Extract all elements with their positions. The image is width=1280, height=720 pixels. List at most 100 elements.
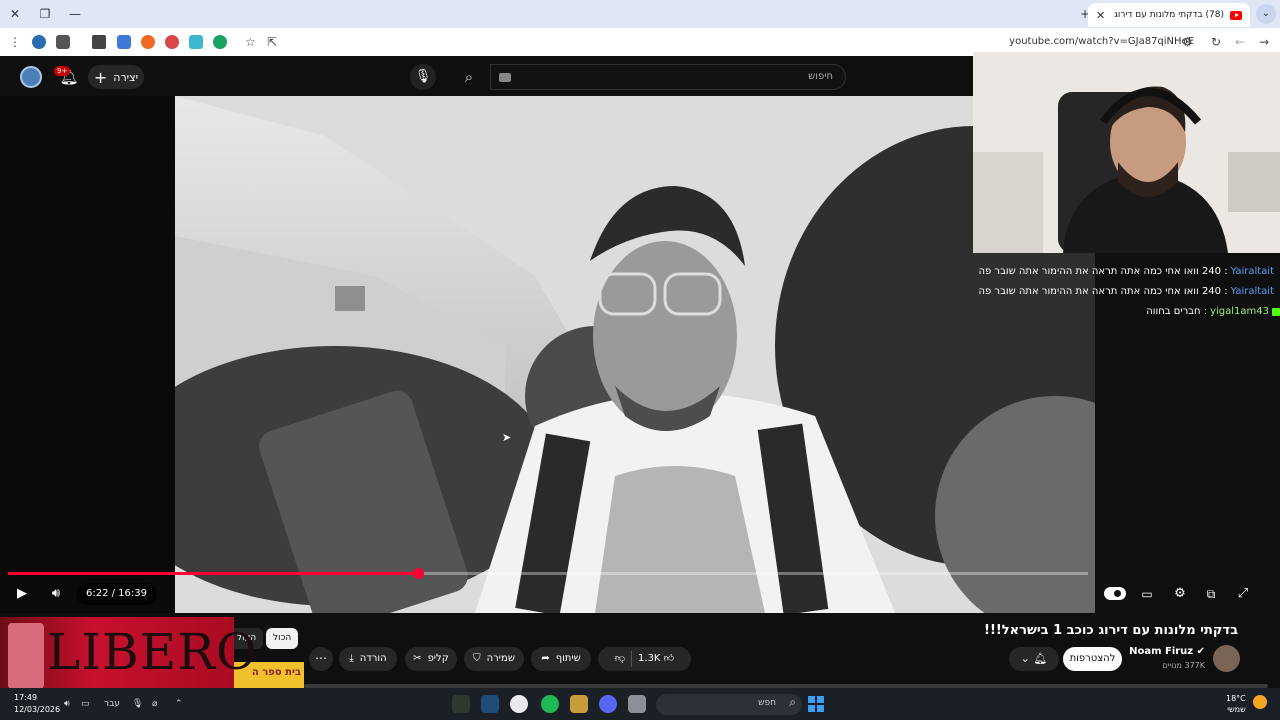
download-button[interactable]: הורדה ⤓ [339,647,397,671]
taskbar-search-input[interactable]: חפש ⌕ [656,694,802,715]
captions-icon[interactable]: ▭ [1137,583,1157,605]
temperature: 18°C [1226,694,1246,703]
ad-brand-logo: LIBERO [47,623,258,681]
volume-icon[interactable]: 🔊︎ [46,583,66,605]
video-title: בדקתי מלונות עם דירוג כוכב 1 בישראל!!! [984,623,1238,638]
time-display: 6:22 / 16:39 [76,583,158,605]
minimize-window-icon[interactable]: — [66,5,84,23]
browser-tabstrip: ✕ ❐ — + (78) בדקתי מלונות עם דירוג כוכב … [0,0,1280,28]
mouse-cursor-icon: ➤ [502,431,512,444]
share-button[interactable]: שיתוף ➦ [531,647,591,671]
save-label: שמירה [486,653,515,664]
taskbar-chrome-icon[interactable] [510,695,528,713]
download-label: הורדה [359,653,387,664]
restore-window-icon[interactable]: ❐ [36,5,54,23]
chat-username: Yairaltait [1230,266,1274,277]
channel-name[interactable]: ✔︎ Noam Firuz [1129,646,1205,657]
forward-icon[interactable]: ← [1235,34,1245,50]
browser-tab[interactable]: (78) בדקתי מלונות עם דירוג כוכב ✕ [1088,3,1250,27]
address-bar[interactable]: youtube.com/watch?v=GJa87qiNHoE [494,32,1194,52]
subscribe-button[interactable]: להצטרפות [1063,647,1122,671]
menu-dots-icon[interactable]: ⋮ [9,34,21,50]
bookmark-star-icon[interactable]: ☆ [245,34,256,50]
profile-icon[interactable] [32,35,46,49]
clip-label: קליפ [427,653,449,664]
chat-username: yigal1am43 [1210,306,1269,317]
network-tray-icon[interactable]: ▭ [81,697,90,711]
wifi-off-tray-icon[interactable]: ⌀ [152,697,157,711]
webcam-scene [973,52,1280,253]
channel-avatar[interactable] [1213,645,1240,672]
miniplayer-icon[interactable]: ⧉ [1201,583,1221,605]
notification-settings-button[interactable]: ⌄ 🔔︎ [1009,647,1059,671]
chat-text: : 240 וואו אחי כמה אתה תראה את ההימור את… [978,286,1228,297]
progress-bar[interactable] [8,568,1088,579]
search-icon[interactable]: ⌕ [449,64,489,90]
search-placeholder: חיפוש [808,71,833,82]
taskbar-app-yellow-icon[interactable] [570,695,588,713]
like-button[interactable]: 👍︎ 1.3K [638,647,674,671]
clock-date: 12/03/2026 [14,705,61,714]
stream-chat-overlay: Yairaltait : 240 וואו אחי כמה אתה תראה א… [978,262,1280,326]
share-label: שיתוף [555,653,581,664]
clock-time: 17:49 [14,693,38,702]
tab-close-icon[interactable]: ✕ [1096,9,1105,22]
save-button[interactable]: שמירה ⛉ [464,647,524,671]
taskbar-explorer-icon[interactable] [628,695,646,713]
voice-search-mic-icon[interactable]: 🎙︎ [410,64,436,90]
show-hidden-icons-icon[interactable]: ⌃ [175,697,183,711]
youtube-favicon-icon [1230,10,1242,20]
autoplay-toggle[interactable] [1104,587,1126,600]
progress-played [8,572,419,575]
plus-icon: + [93,67,108,87]
chip-all[interactable]: הכול [266,628,299,649]
extension-green-icon[interactable] [213,35,227,49]
keyboard-icon[interactable] [499,73,511,82]
more-actions-icon[interactable]: ⋯ [309,647,333,671]
taskbar-app-terminal-icon[interactable] [452,695,470,713]
extensions-icon[interactable] [92,35,106,49]
taskbar-clock[interactable]: 17:49 12/03/2026 [14,692,60,716]
microphone-tray-icon[interactable]: 🎙︎ [132,697,143,711]
verified-icon: ✔︎ [1193,646,1205,657]
extension-red-icon[interactable] [165,35,179,49]
chat-username: Yairaltait [1230,286,1274,297]
share-icon: ➦ [541,653,550,664]
taskbar-spotify-icon[interactable] [541,695,559,713]
dislike-icon[interactable]: 👎︎ [615,647,625,671]
extension-translate-icon[interactable] [189,35,203,49]
account-avatar[interactable] [20,66,42,88]
perfume-bottle-image [8,623,44,689]
site-settings-icon[interactable]: ⚙ [1182,34,1193,50]
libero-ad-overlay: LIBERO [0,617,257,689]
channel-name-text: Noam Firuz [1129,646,1194,657]
back-icon[interactable]: → [1259,34,1269,50]
close-window-icon[interactable]: ✕ [6,5,24,23]
search-input[interactable]: חיפוש [490,64,846,90]
share-page-icon[interactable]: ⇱ [267,34,277,50]
play-icon[interactable]: ▶ [12,583,32,605]
clip-button[interactable]: קליפ ✂ [405,647,457,671]
notification-badge: 9+ [54,66,71,76]
weather-widget[interactable]: 18°C שמשי [1226,693,1246,715]
taskbar-discord-icon[interactable] [599,695,617,713]
settings-gear-icon[interactable]: ⚙ [1170,583,1190,605]
reload-icon[interactable]: ↻ [1211,34,1221,50]
reading-list-icon[interactable] [56,35,70,49]
tab-title: (78) בדקתי מלונות עם דירוג כוכב [1111,10,1224,20]
create-button[interactable]: יצירה + [88,65,144,89]
taskbar-steam-icon[interactable] [481,695,499,713]
video-player[interactable] [0,96,1095,613]
input-language[interactable]: עבר [104,697,120,711]
chat-message: yigal1am43 : חברים בחווה [996,302,1280,322]
chat-message: Yairaltait : 240 וואו אחי כמה אתה תראה א… [978,282,1280,302]
sun-weather-icon [1253,695,1267,709]
extension-screen-icon[interactable] [117,35,131,49]
tab-search-icon[interactable]: ⌄ [1256,4,1276,24]
video-frame[interactable] [175,96,1095,613]
speaker-tray-icon[interactable]: 🔊︎ [64,697,70,711]
fullscreen-icon[interactable]: ⤢ [1233,583,1253,605]
windows-start-icon[interactable] [808,696,824,712]
extension-orange-icon[interactable] [141,35,155,49]
screen: ✕ ❐ — + (78) בדקתי מלונות עם דירוג כוכב … [0,0,1280,720]
